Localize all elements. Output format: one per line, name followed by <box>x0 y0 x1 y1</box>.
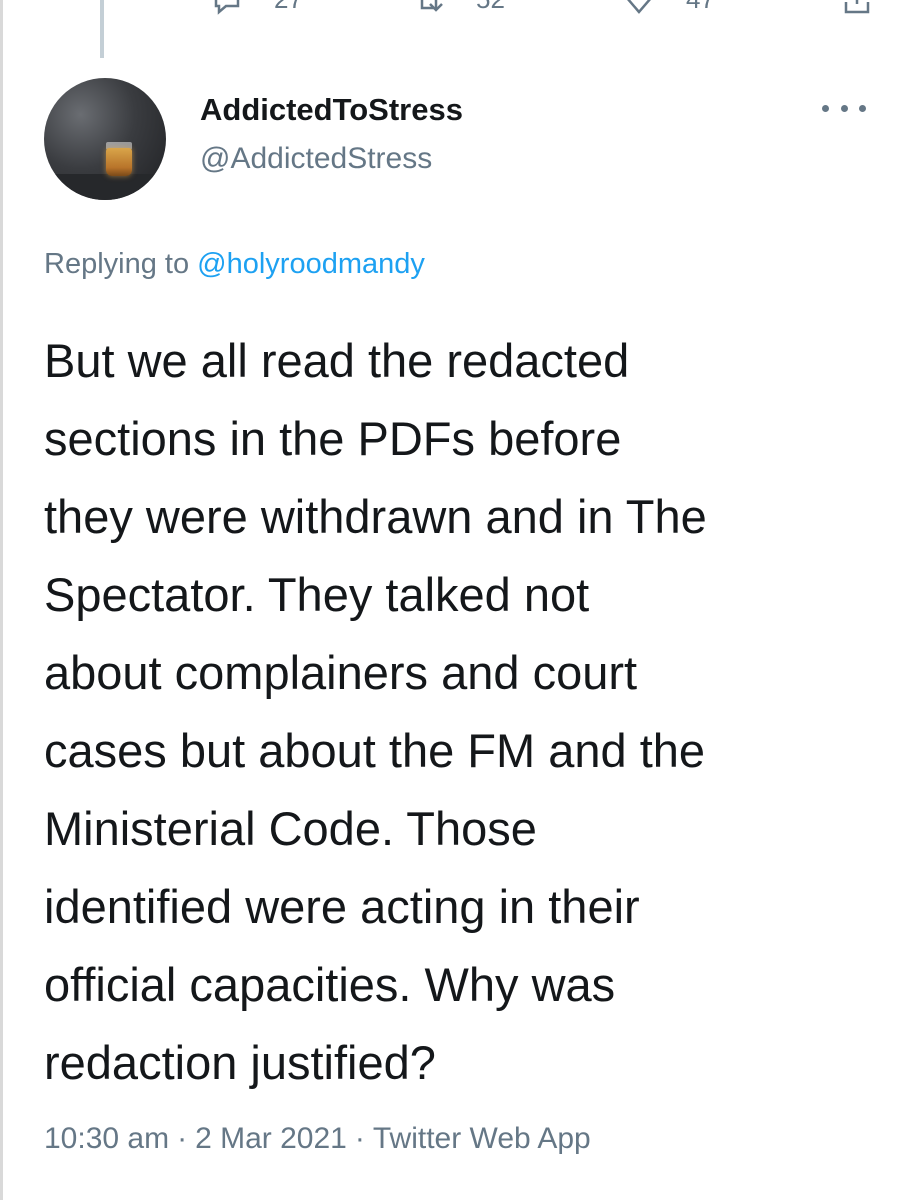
tweet-text-line: Ministerial Code. Those <box>44 802 537 855</box>
tweet-time[interactable]: 10:30 am <box>44 1122 169 1155</box>
tweet-text-line: official capacities. Why was <box>44 958 616 1011</box>
display-name[interactable]: AddictedToStress <box>200 92 463 128</box>
more-dot-icon <box>840 104 848 112</box>
tweet-text-line: sections in the PDFs before <box>44 412 622 465</box>
reply-count: 27 <box>274 0 303 15</box>
tweet-metadata: 10:30 am · 2 Mar 2021 · Twitter Web App <box>44 1122 591 1156</box>
avatar-table <box>44 174 166 200</box>
tweet-text-line: they were withdrawn and in The <box>44 490 707 543</box>
share-action[interactable] <box>840 0 874 16</box>
reply-icon <box>214 0 240 15</box>
tweet-date[interactable]: 2 Mar 2021 <box>195 1122 347 1155</box>
share-icon <box>844 0 870 14</box>
previous-tweet-action-bar: 27 52 47 <box>0 0 914 15</box>
tweet-text-line: But we all read the redacted <box>44 334 630 387</box>
avatar-whisky-glass <box>106 148 132 176</box>
reply-action[interactable]: 27 <box>210 0 303 16</box>
retweet-action[interactable]: 52 <box>412 0 505 16</box>
meta-separator: · <box>354 1122 365 1155</box>
tweet-text-line: redaction justified? <box>44 1036 436 1089</box>
screen-left-edge <box>0 0 3 1200</box>
meta-separator: · <box>177 1122 188 1155</box>
tweet-text-line: cases but about the FM and the <box>44 724 706 777</box>
replying-to-mention[interactable]: @holyroodmandy <box>197 248 425 280</box>
user-handle[interactable]: @AddictedStress <box>200 142 432 176</box>
tweet-text-line: Spectator. They talked not <box>44 568 590 621</box>
replying-to-label: Replying to <box>44 248 198 280</box>
more-dot-icon <box>859 104 866 112</box>
retweet-count: 52 <box>476 0 505 15</box>
more-dot-icon <box>822 104 829 112</box>
retweet-icon <box>420 0 443 12</box>
tweet-text-line: about complainers and court <box>44 646 638 699</box>
avatar[interactable] <box>44 78 166 200</box>
tweet-text: But we all read the redacted sections in… <box>44 322 894 1102</box>
replying-to-line: Replying to @holyroodmandy <box>44 248 425 281</box>
tweet-text-line: identified were acting in their <box>44 880 640 933</box>
tweet-source[interactable]: Twitter Web App <box>373 1122 591 1155</box>
heart-icon <box>627 0 651 14</box>
more-options-button[interactable] <box>822 96 866 120</box>
like-count: 47 <box>686 0 715 15</box>
like-action[interactable]: 47 <box>622 0 715 16</box>
thread-connector-line <box>100 0 104 58</box>
